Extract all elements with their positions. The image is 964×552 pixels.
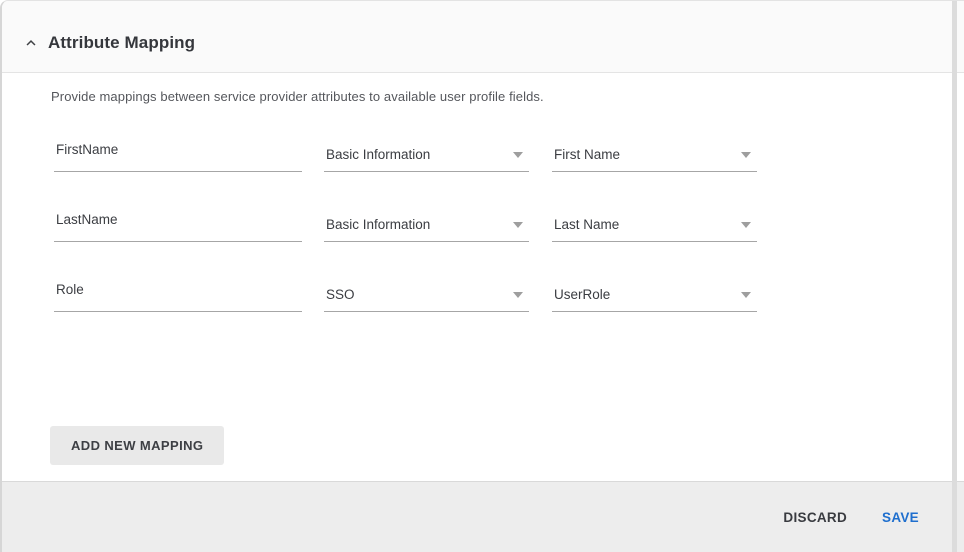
arrow-drop-down-icon [513, 222, 523, 228]
arrow-drop-down-icon [513, 292, 523, 298]
footer-bar: DISCARD SAVE [2, 481, 964, 552]
mapping-row: Basic Information Last Name [54, 207, 757, 242]
category-select-value: SSO [326, 287, 355, 302]
category-select-value: Basic Information [326, 217, 430, 232]
field-select-value: Last Name [554, 217, 619, 232]
field-select[interactable]: UserRole [552, 277, 757, 312]
category-select[interactable]: Basic Information [324, 207, 529, 242]
field-select[interactable]: Last Name [552, 207, 757, 242]
panel-header[interactable]: Attribute Mapping [2, 1, 964, 73]
arrow-drop-down-icon [741, 292, 751, 298]
mapping-row: Basic Information First Name [54, 137, 757, 172]
category-select[interactable]: Basic Information [324, 137, 529, 172]
attribute-name-input[interactable] [54, 207, 302, 242]
save-button[interactable]: SAVE [882, 510, 919, 525]
mapping-row: SSO UserRole [54, 277, 757, 312]
panel-content: Provide mappings between service provide… [2, 73, 964, 481]
discard-button[interactable]: DISCARD [783, 510, 847, 525]
arrow-drop-down-icon [741, 222, 751, 228]
field-select[interactable]: First Name [552, 137, 757, 172]
attribute-mapping-panel: Attribute Mapping Provide mappings betwe… [0, 0, 964, 552]
category-select-value: Basic Information [326, 147, 430, 162]
arrow-drop-down-icon [513, 152, 523, 158]
chevron-up-icon[interactable] [22, 34, 40, 52]
attribute-name-input[interactable] [54, 137, 302, 172]
panel-title: Attribute Mapping [48, 33, 195, 53]
attribute-name-input[interactable] [54, 277, 302, 312]
panel-description: Provide mappings between service provide… [51, 89, 544, 104]
field-select-value: First Name [554, 147, 620, 162]
add-new-mapping-button[interactable]: ADD NEW MAPPING [50, 426, 224, 465]
scrollbar-track[interactable] [952, 1, 957, 552]
arrow-drop-down-icon [741, 152, 751, 158]
category-select[interactable]: SSO [324, 277, 529, 312]
field-select-value: UserRole [554, 287, 610, 302]
